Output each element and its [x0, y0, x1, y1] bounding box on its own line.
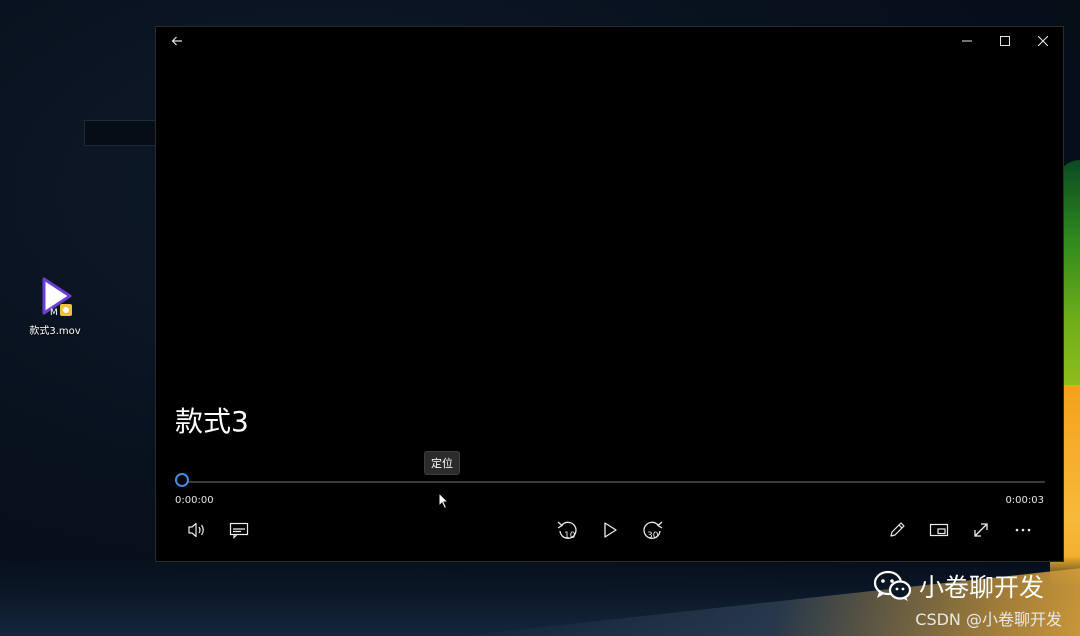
volume-button[interactable]: [182, 516, 212, 544]
desktop-file-label: 款式3.mov: [29, 326, 81, 337]
video-title: 款式3: [175, 405, 249, 438]
edit-button[interactable]: [882, 516, 912, 544]
seek-thumb[interactable]: [175, 473, 189, 487]
subtitles-button[interactable]: [224, 516, 254, 544]
watermark-brand: 小卷聊开发: [918, 573, 1044, 602]
minimize-icon: [962, 40, 972, 42]
desktop-file-icon[interactable]: M 款式3.mov: [22, 276, 88, 337]
maximize-button[interactable]: [986, 27, 1024, 55]
csdn-watermark: CSDN @小卷聊开发: [915, 610, 1062, 629]
forward-button[interactable]: 30: [637, 516, 667, 544]
svg-text:30: 30: [647, 531, 659, 541]
back-arrow-icon: [171, 36, 182, 46]
svg-text:M: M: [50, 308, 58, 318]
minimize-button[interactable]: [948, 27, 986, 55]
rewind-10-icon: 10: [557, 521, 577, 541]
forward-30-icon: 30: [643, 521, 663, 541]
back-button[interactable]: [158, 27, 196, 55]
more-button[interactable]: [1008, 516, 1038, 544]
current-time: 0:00:00: [175, 495, 214, 506]
desktop-ghost-window: [84, 120, 158, 146]
subtitles-icon: [229, 522, 249, 539]
pencil-icon: [890, 522, 905, 537]
seek-bar[interactable]: [183, 481, 1045, 483]
seek-tooltip: 定位: [424, 451, 460, 475]
mouse-cursor-icon: [438, 492, 450, 510]
close-button[interactable]: [1024, 27, 1062, 55]
total-time: 0:00:03: [1005, 495, 1044, 506]
media-player-window: 款式3 定位 0:00:00 0:00:03 10 30: [155, 26, 1064, 562]
title-bar: [156, 27, 1063, 55]
maximize-icon: [1000, 36, 1010, 46]
play-button[interactable]: [595, 516, 625, 544]
volume-icon: [188, 522, 204, 538]
wechat-watermark: 小卷聊开发: [873, 568, 1044, 604]
video-file-icon: M: [42, 277, 72, 318]
svg-text:10: 10: [564, 531, 576, 541]
mini-view-icon: [929, 523, 949, 537]
fullscreen-button[interactable]: [966, 516, 996, 544]
wechat-logo-icon: [873, 570, 912, 601]
play-icon: [604, 522, 617, 538]
rewind-button[interactable]: 10: [553, 516, 583, 544]
more-icon: [1015, 528, 1031, 532]
mini-view-button[interactable]: [924, 516, 954, 544]
close-icon: [1038, 36, 1048, 46]
fullscreen-icon: [974, 523, 988, 537]
